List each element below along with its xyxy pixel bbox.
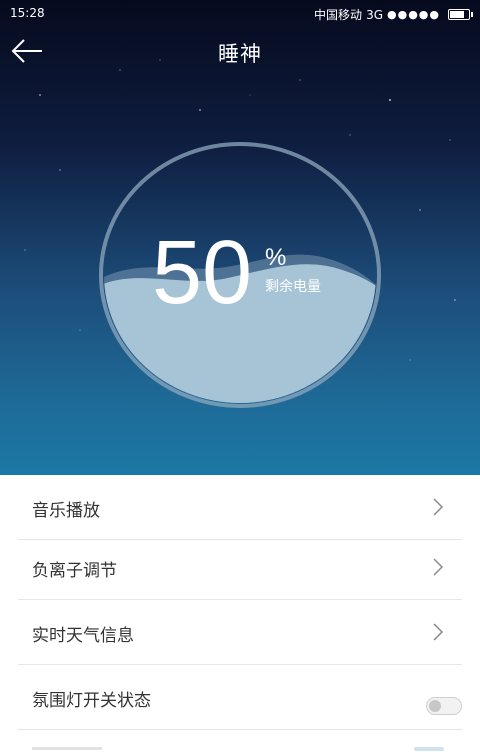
battery-label: 剩余电量 — [265, 279, 321, 295]
header-hero: 15:28 中国移动 3G ●●●●● 睡神 50 % 剩余电量 — [0, 0, 480, 475]
battery-icon — [448, 9, 473, 20]
next-row-partial — [18, 747, 462, 755]
partial-label — [32, 747, 102, 750]
menu-item-label: 实时天气信息 — [32, 626, 134, 646]
page-title: 睡神 — [218, 42, 262, 66]
battery-percent-value: 50 — [152, 223, 253, 323]
menu-item-anion[interactable]: 负离子调节 — [18, 535, 462, 600]
chevron-right-icon — [433, 498, 444, 516]
status-time: 15:28 — [10, 6, 45, 20]
status-bar: 15:28 中国移动 3G ●●●●● — [0, 0, 480, 26]
chevron-right-icon — [433, 623, 444, 641]
percent-unit: % — [265, 244, 287, 271]
menu-item-music[interactable]: 音乐播放 — [18, 475, 462, 540]
menu-item-ambient-light: 氛围灯开关状态 — [18, 665, 462, 730]
menu-item-label: 负离子调节 — [32, 561, 117, 581]
menu-item-label: 氛围灯开关状态 — [32, 691, 151, 711]
toggle-knob — [429, 700, 441, 712]
partial-toggle — [414, 747, 444, 751]
ambient-light-toggle[interactable] — [426, 697, 462, 715]
settings-list: 音乐播放 负离子调节 实时天气信息 氛围灯开关状态 — [0, 475, 480, 755]
carrier-name: 中国移动 — [314, 8, 363, 22]
menu-item-weather[interactable]: 实时天气信息 — [18, 600, 462, 665]
menu-item-label: 音乐播放 — [32, 501, 100, 521]
chevron-right-icon — [433, 558, 444, 576]
status-right: 中国移动 3G ●●●●● — [314, 6, 473, 23]
network-type: 3G — [366, 7, 383, 22]
signal-strength-icon: ●●●●● — [387, 8, 440, 21]
